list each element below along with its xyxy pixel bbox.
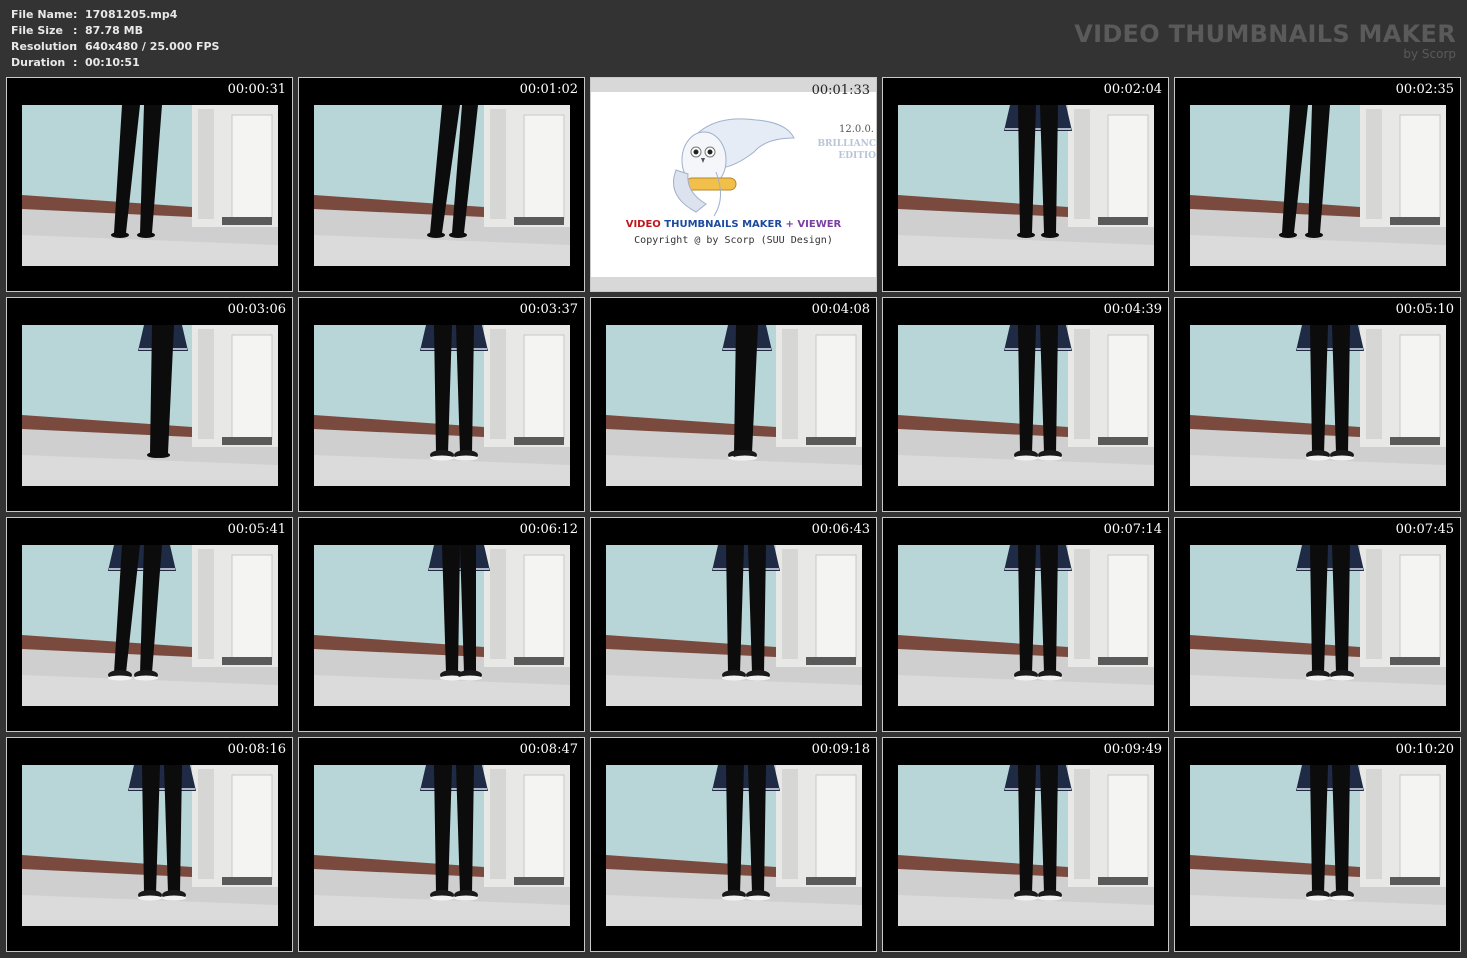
thumbnail-cell[interactable]: 00:10:20 [1174,737,1461,952]
thumbnail-cell[interactable]: 00:06:12 [298,517,585,732]
logo-edition-line1: BRILLIANC [817,139,876,149]
thumbnail-cell[interactable]: 00:03:06 [6,297,293,512]
thumbnail-cell[interactable]: 00:02:35 [1174,77,1461,292]
thumbnail-timestamp: 00:08:16 [227,742,286,757]
thumbnail-timestamp: 00:01:33 [811,83,870,98]
video-frame-image [606,325,862,486]
logo-edition-line2: EDITIO [838,151,876,161]
video-frame-image [898,765,1154,926]
video-frame-image [1190,105,1446,266]
brand-title: VIDEO THUMBNAILS MAKER [1074,20,1456,48]
video-frame-image [22,765,278,926]
thumbnail-timestamp: 00:03:37 [519,302,578,317]
thumbnail-cell[interactable]: 00:02:04 [882,77,1169,292]
thumbnail-timestamp: 00:05:10 [1395,302,1454,317]
thumbnail-cell[interactable]: 00:09:49 [882,737,1169,952]
thumbnail-cell[interactable]: 00:03:37 [298,297,585,512]
logo-title-part: VIEWER [797,219,842,230]
info-key: Duration [11,56,66,69]
info-row-file-size: File Size : 87.78 MB [11,23,219,39]
thumbnail-timestamp: 00:04:08 [811,302,870,317]
info-row-file-name: File Name : 17081205.mp4 [11,7,219,23]
thumbnail-cell[interactable]: 00:07:45 [1174,517,1461,732]
logo-title: VIDEO THUMBNAILS MAKER + VIEWER [591,219,876,230]
thumbnail-cell[interactable]: 00:05:41 [6,517,293,732]
thumbnail-cell[interactable]: 00:08:47 [298,737,585,952]
owl-logo-icon [666,108,796,222]
video-frame-image [314,545,570,706]
thumbnail-timestamp: 00:01:02 [519,82,578,97]
info-separator: : [73,8,78,21]
logo-title-part: THUMBNAILS MAKER [664,219,783,230]
thumbnail-timestamp: 00:09:18 [811,742,870,757]
info-value: 640x480 / 25.000 FPS [85,40,220,53]
video-frame-image [1190,325,1446,486]
thumbnail-timestamp: 00:04:39 [1103,302,1162,317]
thumbnail-timestamp: 00:06:12 [519,522,578,537]
video-frame-image [898,325,1154,486]
thumbnail-timestamp: 00:05:41 [227,522,286,537]
video-frame-image [22,105,278,266]
thumbnail-timestamp: 00:10:20 [1395,742,1454,757]
logo-strip-bottom [591,277,876,291]
info-row-duration: Duration : 00:10:51 [11,55,219,71]
info-value: 87.78 MB [85,24,143,37]
thumbnail-cell[interactable]: 00:09:18 [590,737,877,952]
info-value: 00:10:51 [85,56,140,69]
thumbnail-timestamp: 00:09:49 [1103,742,1162,757]
info-separator: : [73,40,78,53]
video-frame-image [314,325,570,486]
thumbnail-timestamp: 00:06:43 [811,522,870,537]
file-info-panel: File Name : 17081205.mp4 File Size : 87.… [11,7,219,71]
logo-title-part: + [785,219,794,230]
info-key: Resolution [11,40,78,53]
video-frame-image [606,765,862,926]
video-frame-image [22,325,278,486]
logo-copyright: Copyright @ by Scorp (SUU Design) [634,235,833,246]
thumbnail-timestamp: 00:00:31 [227,82,286,97]
thumbnail-timestamp: 00:07:45 [1395,522,1454,537]
thumbnail-cell[interactable]: 00:04:39 [882,297,1169,512]
info-value: 17081205.mp4 [85,8,178,21]
video-frame-image [898,545,1154,706]
thumbnail-timestamp: 00:02:35 [1395,82,1454,97]
thumbnail-cell[interactable]: 00:07:14 [882,517,1169,732]
thumbnail-cell[interactable]: 00:08:16 [6,737,293,952]
logo-version: 12.0.0. [839,124,874,135]
logo-title-part: VIDEO [625,219,661,230]
info-separator: : [73,56,78,69]
video-frame-image [314,105,570,266]
video-frame-image [314,765,570,926]
thumbnail-cell[interactable]: 00:00:31 [6,77,293,292]
thumbnail-cell[interactable]: 00:01:02 [298,77,585,292]
thumbnail-cell[interactable]: 00:04:08 [590,297,877,512]
thumbnail-cell[interactable]: 00:06:43 [590,517,877,732]
info-separator: : [73,24,78,37]
video-frame-image [898,105,1154,266]
thumbnail-timestamp: 00:02:04 [1103,82,1162,97]
thumbnail-timestamp: 00:03:06 [227,302,286,317]
info-key: File Name [11,8,73,21]
thumbnail-timestamp: 00:08:47 [519,742,578,757]
thumbnail-cell[interactable]: 12.0.0. BRILLIANC EDITIO VIDEO THUMBNAILS M… [590,77,877,292]
video-frame-image [1190,765,1446,926]
info-row-resolution: Resolution : 640x480 / 25.000 FPS [11,39,219,55]
thumbnail-cell[interactable]: 00:05:10 [1174,297,1461,512]
video-frame-image [606,545,862,706]
thumbnail-timestamp: 00:07:14 [1103,522,1162,537]
info-key: File Size [11,24,63,37]
brand-watermark: VIDEO THUMBNAILS MAKER by Scorp [1074,20,1456,60]
video-frame-image [22,545,278,706]
video-frame-image [1190,545,1446,706]
brand-subtitle: by Scorp [1403,47,1456,61]
